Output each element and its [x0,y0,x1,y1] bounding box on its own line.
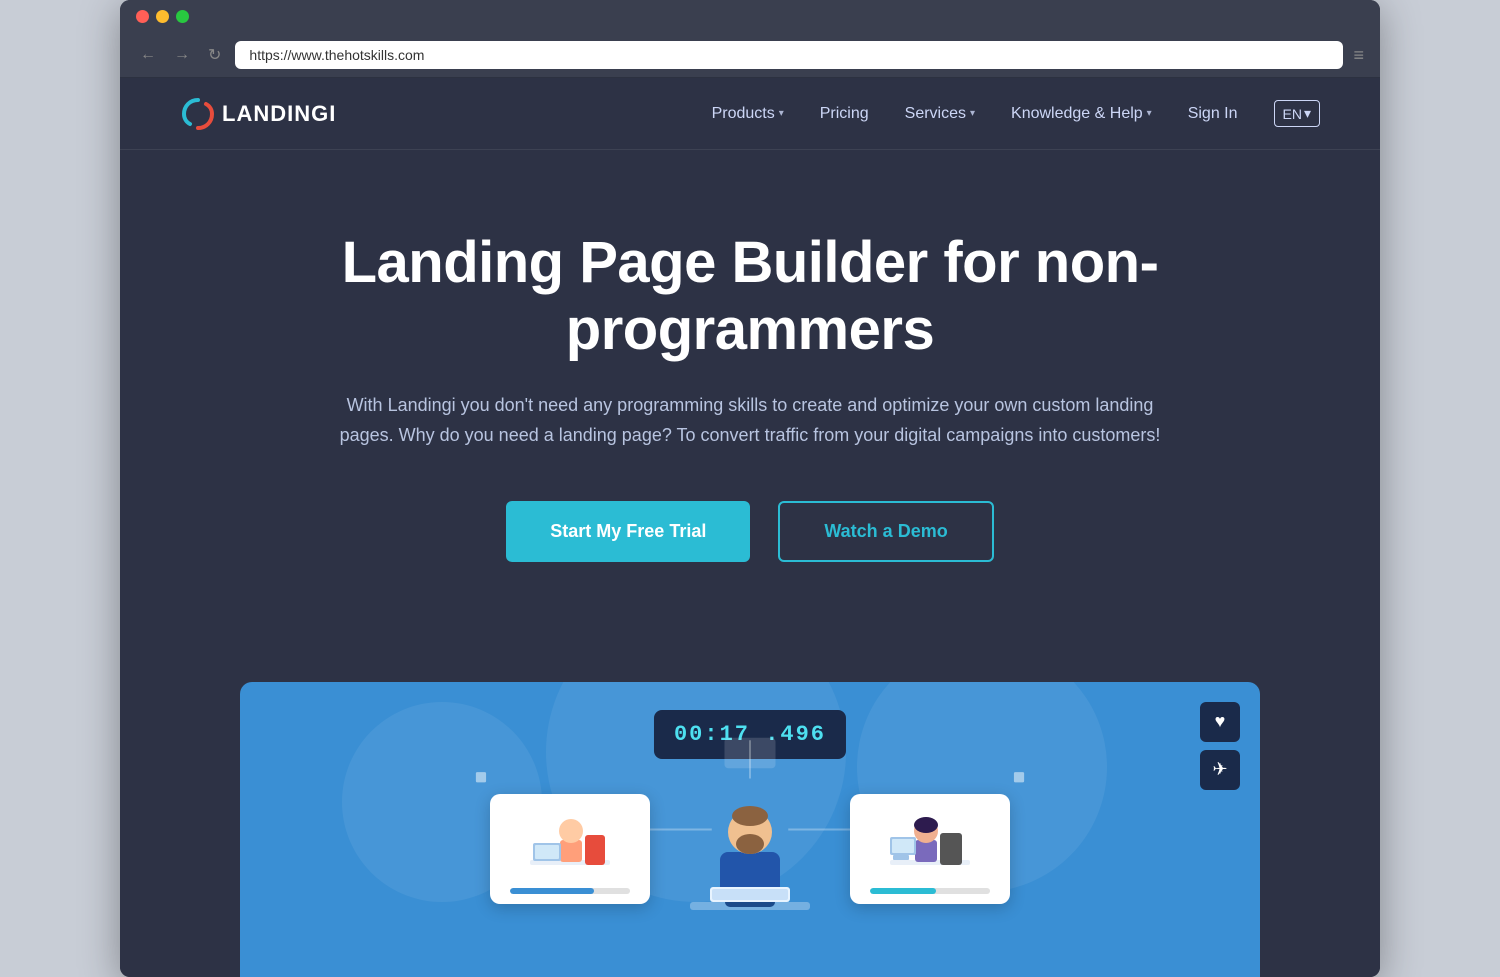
site-navigation: LANDINGI Products ▾ Pricing Services ▾ K… [120,78,1380,150]
browser-window: ← → ↻ ≡ LANDINGI Products ▾ [120,0,1380,977]
nav-knowledge-label: Knowledge & Help [1011,105,1143,123]
services-chevron-icon: ▾ [970,108,975,119]
hero-buttons: Start My Free Trial Watch a Demo [180,501,1320,562]
center-figure [680,772,820,947]
sign-in-link[interactable]: Sign In [1188,105,1238,123]
nav-item-knowledge-help[interactable]: Knowledge & Help ▾ [1011,105,1152,123]
person-card-left [490,794,650,904]
timer-badge: 00:17 .496 [654,710,846,759]
refresh-button[interactable]: ↻ [204,43,225,67]
address-bar[interactable] [235,41,1343,69]
hero-title: Landing Page Builder for non-programmers [180,230,1320,363]
person-left-illustration [525,805,615,880]
hero-subtitle: With Landingi you don't need any program… [320,391,1180,450]
minimize-button[interactable] [156,10,169,23]
watch-demo-button[interactable]: Watch a Demo [778,501,993,562]
nav-item-pricing[interactable]: Pricing [820,105,869,123]
forward-button[interactable]: → [170,44,194,66]
back-button[interactable]: ← [136,44,160,66]
nav-products-label: Products [712,105,775,123]
traffic-lights [136,10,189,23]
language-selector[interactable]: EN ▾ [1274,100,1320,127]
action-icons: ♥ ✈ [1200,702,1240,790]
close-button[interactable] [136,10,149,23]
language-label: EN [1283,106,1302,122]
nav-links: Products ▾ Pricing Services ▾ Knowledge … [712,100,1320,127]
browser-titlebar [120,0,1380,33]
logo-icon [180,96,216,132]
language-chevron-icon: ▾ [1304,105,1311,122]
left-progress-fill [510,888,594,894]
nav-services-label: Services [905,105,966,123]
left-card-progress [510,888,630,894]
right-card-progress [870,888,990,894]
page-content: LANDINGI Products ▾ Pricing Services ▾ K… [120,78,1380,977]
demo-container: 00:17 .496 [120,682,1380,977]
heart-icon-button[interactable]: ♥ [1200,702,1240,742]
send-icon: ✈ [1212,759,1227,780]
knowledge-chevron-icon: ▾ [1147,108,1152,119]
browser-nav: ← → ↻ ≡ [120,33,1380,78]
demo-section: 00:17 .496 [240,682,1260,977]
maximize-button[interactable] [176,10,189,23]
logo-text: LANDINGI [222,101,336,127]
person-right-illustration [885,805,975,880]
heart-icon: ♥ [1215,711,1226,732]
send-icon-button[interactable]: ✈ [1200,750,1240,790]
products-chevron-icon: ▾ [779,108,784,119]
start-trial-button[interactable]: Start My Free Trial [506,501,750,562]
center-person-illustration [680,772,820,942]
nav-item-products[interactable]: Products ▾ [712,105,784,123]
browser-menu-icon[interactable]: ≡ [1353,45,1364,66]
hero-section: Landing Page Builder for non-programmers… [120,150,1380,682]
right-progress-fill [870,888,936,894]
nav-pricing-label: Pricing [820,105,869,123]
logo[interactable]: LANDINGI [180,96,336,132]
person-card-right [850,794,1010,904]
nav-item-services[interactable]: Services ▾ [905,105,975,123]
